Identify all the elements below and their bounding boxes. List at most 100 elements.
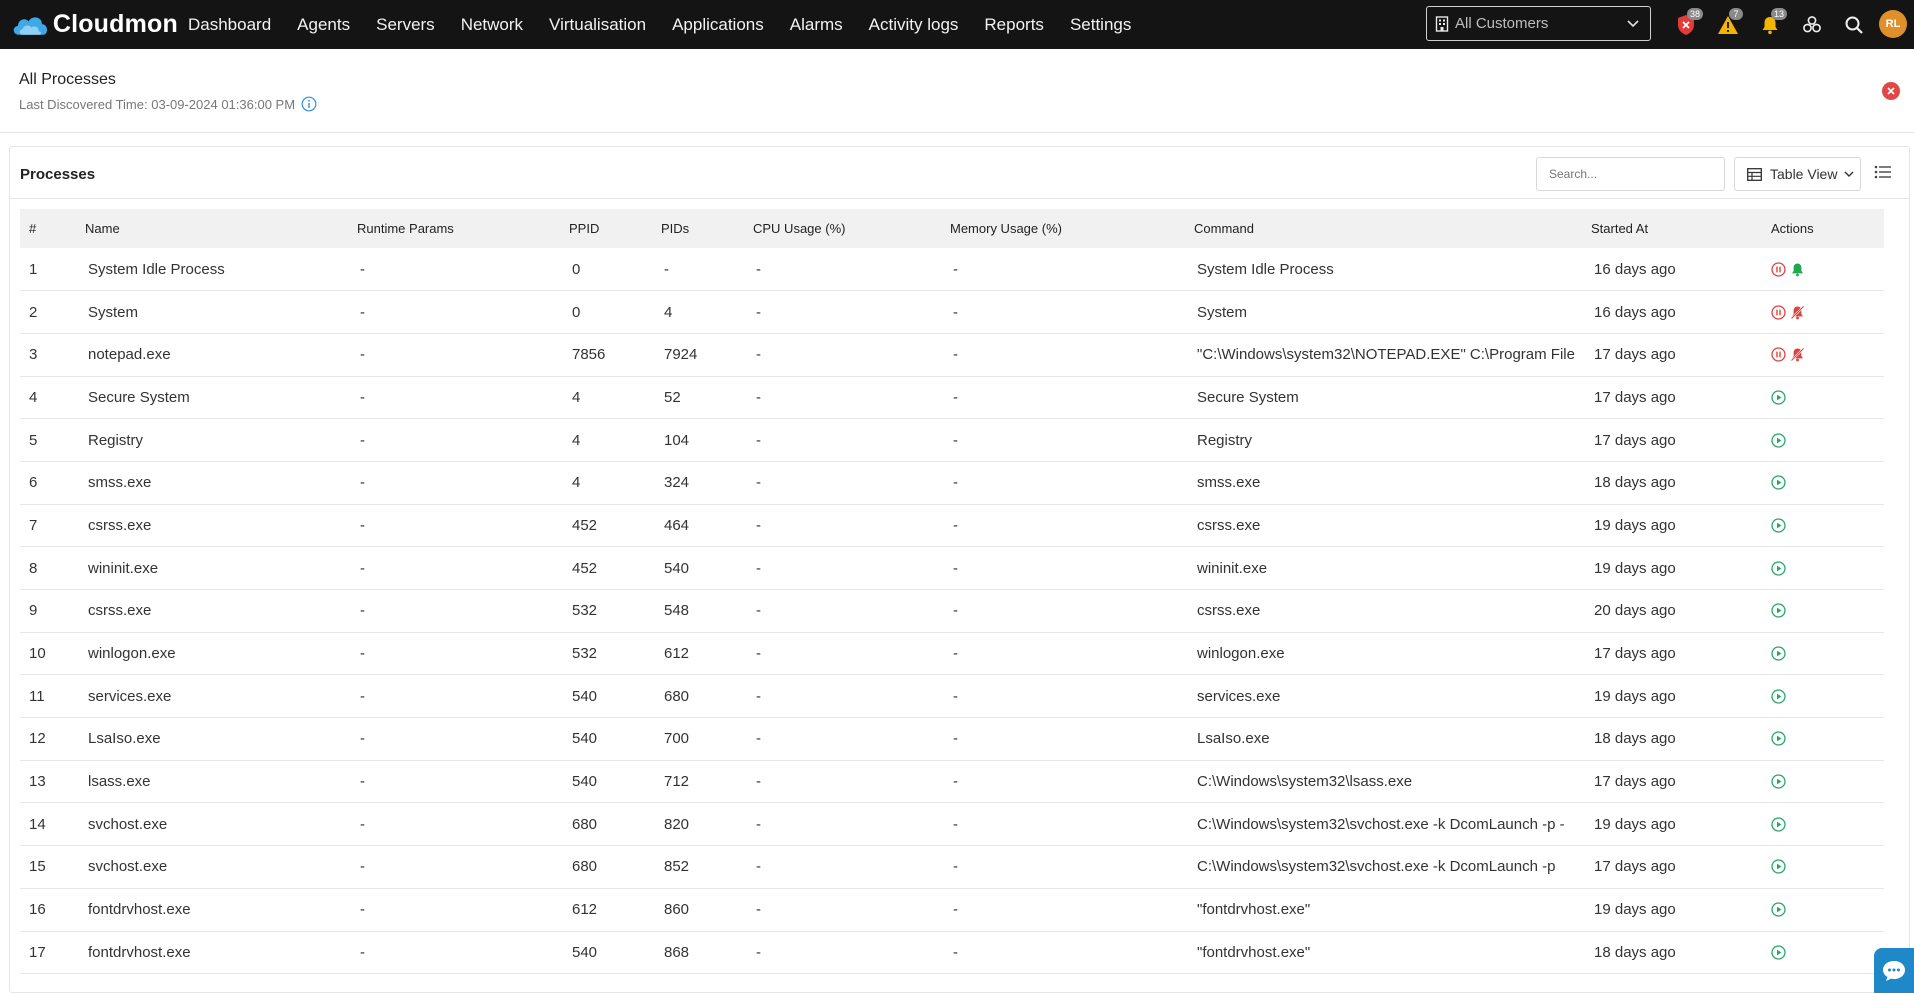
- cell-pid: 52: [661, 376, 753, 420]
- nav-alarms[interactable]: Alarms: [790, 15, 843, 35]
- play-action-button[interactable]: [1771, 902, 1786, 917]
- nav-agents[interactable]: Agents: [297, 15, 350, 35]
- table-row[interactable]: 13 lsass.exe -540 712- - C:\Windows\system32\…: [20, 760, 1884, 804]
- nav-network[interactable]: Network: [461, 15, 523, 35]
- play-action-button[interactable]: [1771, 689, 1786, 704]
- cell-memory-usage: -: [950, 589, 1194, 633]
- cell-memory-usage: -: [950, 248, 1194, 292]
- cell-command: winlogon.exe: [1194, 632, 1591, 676]
- pause-action-button[interactable]: [1771, 261, 1786, 277]
- play-action-button[interactable]: [1771, 518, 1786, 533]
- cell-command: System: [1194, 290, 1591, 334]
- table-row[interactable]: 3 notepad.exe -7856 7924- - "C:\Windows\syste…: [20, 333, 1884, 377]
- table-row[interactable]: 5 Registry -4 104- - Registry 17 days ago: [20, 418, 1884, 462]
- cell-memory-usage: -: [950, 845, 1194, 889]
- column-header-memory-usage[interactable]: Memory Usage (%): [950, 209, 1194, 248]
- nav-reports[interactable]: Reports: [984, 15, 1044, 35]
- play-action-button[interactable]: [1771, 817, 1786, 832]
- column-header-command[interactable]: Command: [1194, 209, 1591, 248]
- customer-select[interactable]: All Customers: [1426, 6, 1651, 41]
- play-action-button[interactable]: [1771, 859, 1786, 875]
- nav-dashboard[interactable]: Dashboard: [188, 15, 271, 35]
- play-action-button[interactable]: [1771, 774, 1786, 789]
- table-row[interactable]: 12 LsaIso.exe -540 700- - LsaIso.exe 18 days a…: [20, 717, 1884, 761]
- bell-off-action-button[interactable]: [1790, 305, 1805, 320]
- column-header-name[interactable]: Name: [85, 209, 357, 248]
- bell-action-button[interactable]: [1790, 262, 1805, 277]
- bell-off-icon: [1790, 347, 1805, 362]
- pause-action-button[interactable]: [1771, 347, 1786, 362]
- column-header-started-at[interactable]: Started At: [1591, 209, 1771, 248]
- notifications-button[interactable]: 13: [1749, 0, 1791, 49]
- bell-off-action-button[interactable]: [1790, 347, 1805, 362]
- play-action-button[interactable]: [1771, 390, 1786, 405]
- row-actions: [1771, 689, 1884, 704]
- cell-command: services.exe: [1194, 674, 1591, 719]
- column-header-cpu-usage[interactable]: CPU Usage (%): [753, 209, 950, 248]
- cell-row-number: 7: [20, 504, 85, 548]
- search-input[interactable]: [1536, 157, 1725, 191]
- table-row[interactable]: 4 Secure System -4 52- - Secure System 17 days…: [20, 376, 1884, 420]
- play-icon: [1771, 902, 1786, 917]
- cell-row-number: 12: [20, 717, 85, 761]
- cell-process-name: winlogon.exe: [85, 632, 357, 676]
- cell-ppid: 540: [569, 674, 661, 719]
- nav-settings[interactable]: Settings: [1070, 15, 1131, 35]
- warnings-button[interactable]: 7: [1707, 0, 1749, 49]
- play-action-button[interactable]: [1771, 945, 1786, 960]
- column-header-runtime-params[interactable]: Runtime Params: [357, 209, 569, 248]
- play-action-button[interactable]: [1771, 475, 1786, 490]
- table-row[interactable]: 14 svchost.exe -680 820- - C:\Windows\system3…: [20, 802, 1884, 847]
- cell-actions: [1771, 248, 1884, 292]
- play-action-button[interactable]: [1771, 561, 1786, 576]
- close-button[interactable]: [1882, 82, 1900, 100]
- cell-pid: 324: [661, 461, 753, 505]
- table-row[interactable]: 15 svchost.exe -680 852- - C:\Windows\system3…: [20, 845, 1884, 889]
- search-button[interactable]: [1833, 0, 1875, 49]
- app-logo[interactable]: Cloudmon: [10, 10, 178, 40]
- table-row[interactable]: 10 winlogon.exe -532 612- - winlogon.exe 17 da…: [20, 632, 1884, 676]
- nav-virtualisation[interactable]: Virtualisation: [549, 15, 646, 35]
- cell-actions: [1771, 888, 1884, 932]
- cell-runtime-params: -: [357, 845, 569, 889]
- table-row[interactable]: 1 System Idle Process -0- - - System Idle Pro…: [20, 248, 1884, 292]
- table-row[interactable]: 8 wininit.exe -452 540- - wininit.exe 19 days …: [20, 546, 1884, 590]
- cell-actions: [1771, 760, 1884, 804]
- cell-command: Secure System: [1194, 376, 1591, 420]
- cell-started-at: 18 days ago: [1591, 717, 1771, 761]
- nav-servers[interactable]: Servers: [376, 15, 435, 35]
- info-icon[interactable]: [301, 96, 317, 112]
- table-row[interactable]: 2 System -0 4- - System 16 days ago: [20, 290, 1884, 334]
- close-icon: [1887, 87, 1895, 95]
- play-icon: [1771, 774, 1786, 789]
- play-action-button[interactable]: [1771, 432, 1786, 448]
- integrations-button[interactable]: [1791, 0, 1833, 49]
- user-avatar[interactable]: RL: [1879, 10, 1907, 38]
- cell-pid: 680: [661, 674, 753, 719]
- table-row[interactable]: 9 csrss.exe -532 548- - csrss.exe 20 days ago: [20, 589, 1884, 633]
- column-settings-icon[interactable]: [1874, 164, 1892, 180]
- table-row[interactable]: 17 fontdrvhost.exe -540 868- - "fontdrvhost.e…: [20, 931, 1884, 975]
- cell-process-name: lsass.exe: [85, 760, 357, 804]
- cell-pid: 104: [661, 418, 753, 462]
- nav-activity-logs[interactable]: Activity logs: [869, 15, 959, 35]
- play-action-button[interactable]: [1771, 646, 1786, 661]
- nav-applications[interactable]: Applications: [672, 15, 764, 35]
- table-row[interactable]: 6 smss.exe -4 324- - smss.exe 18 days ago: [20, 461, 1884, 505]
- command-text: LsaIso.exe: [1197, 730, 1270, 748]
- chat-support-button[interactable]: [1874, 948, 1914, 993]
- column-header-ppid[interactable]: PPID: [569, 209, 661, 248]
- cell-ppid: 7856: [569, 333, 661, 377]
- cell-actions: [1771, 674, 1884, 719]
- security-alerts-button[interactable]: 38: [1665, 0, 1707, 49]
- pause-action-button[interactable]: [1771, 304, 1786, 320]
- table-row[interactable]: 11 services.exe -540 680- - services.exe 19 da…: [20, 674, 1884, 719]
- column-header-pids[interactable]: PIDs: [661, 209, 753, 248]
- column-header-num[interactable]: #: [20, 209, 85, 248]
- table-view-dropdown[interactable]: Table View: [1734, 157, 1861, 191]
- table-row[interactable]: 7 csrss.exe -452 464- - csrss.exe 19 days ago: [20, 504, 1884, 548]
- play-action-button[interactable]: [1771, 603, 1786, 618]
- play-action-button[interactable]: [1771, 731, 1786, 747]
- cell-pid: 820: [661, 802, 753, 847]
- table-row[interactable]: 16 fontdrvhost.exe -612 860- - "fontdrvhost.e…: [20, 888, 1884, 932]
